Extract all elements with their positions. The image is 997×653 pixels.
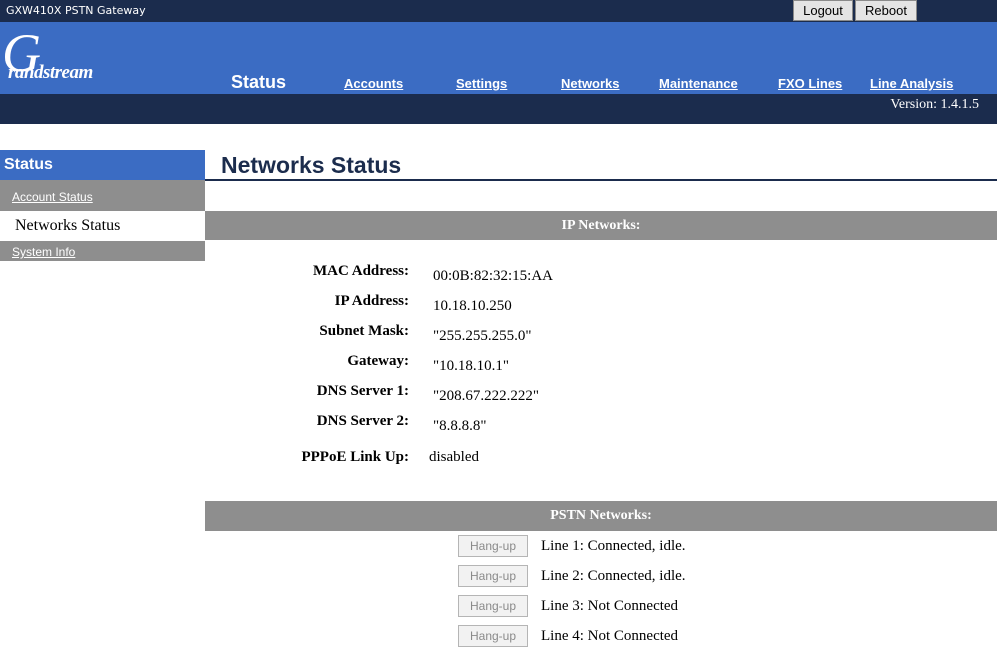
pstn-networks-heading: PSTN Networks: bbox=[205, 501, 997, 531]
tab-accounts[interactable]: Accounts bbox=[344, 76, 403, 91]
tab-line-analysis[interactable]: Line Analysis bbox=[870, 76, 953, 91]
sidebar-title: Status bbox=[4, 156, 53, 173]
line-1-status: Line 1: Connected, idle. bbox=[541, 538, 686, 554]
logout-button[interactable]: Logout bbox=[793, 0, 853, 21]
gateway-label: Gateway: bbox=[347, 353, 409, 369]
pppoe-link-label: PPPoE Link Up: bbox=[301, 449, 409, 465]
dns-server-1-label: DNS Server 1: bbox=[316, 383, 409, 399]
tab-networks[interactable]: Networks bbox=[561, 76, 620, 91]
hangup-button-line-2[interactable]: Hang-up bbox=[458, 565, 528, 587]
subnet-mask-label: Subnet Mask: bbox=[319, 323, 409, 339]
dns-server-2-label: DNS Server 2: bbox=[316, 413, 409, 429]
mac-address-label: MAC Address: bbox=[313, 263, 409, 279]
line-2-status: Line 2: Connected, idle. bbox=[541, 568, 686, 584]
tab-settings[interactable]: Settings bbox=[456, 76, 507, 91]
tab-fxo-lines[interactable]: FXO Lines bbox=[778, 76, 842, 91]
mac-address-value: 00:0B:82:32:15:AA bbox=[433, 268, 554, 284]
line-4-status: Line 4: Not Connected bbox=[541, 628, 679, 644]
ip-networks-heading: IP Networks: bbox=[205, 211, 997, 240]
dns-server-2-value: "8.8.8.8" bbox=[433, 418, 487, 434]
hangup-button-line-3[interactable]: Hang-up bbox=[458, 595, 528, 617]
line-3-status: Line 3: Not Connected bbox=[541, 598, 679, 614]
logo-text: randstream bbox=[8, 62, 93, 83]
pppoe-link-value: disabled bbox=[429, 449, 479, 465]
ip-address-label: IP Address: bbox=[334, 293, 409, 309]
reboot-button[interactable]: Reboot bbox=[855, 0, 917, 21]
gateway-value: "10.18.10.1" bbox=[433, 358, 509, 374]
sidebar-item-networks-status[interactable]: Networks Status bbox=[15, 217, 120, 235]
sidebar-item-account-status[interactable]: Account Status bbox=[12, 190, 93, 204]
version-bar bbox=[0, 94, 997, 124]
tab-status[interactable]: Status bbox=[231, 72, 286, 93]
product-name: GXW410X PSTN Gateway bbox=[6, 4, 146, 17]
page-title: Networks Status bbox=[221, 152, 402, 178]
dns-server-1-value: "208.67.222.222" bbox=[433, 388, 539, 404]
subnet-mask-value: "255.255.255.0" bbox=[433, 328, 532, 344]
title-divider bbox=[205, 179, 997, 181]
hangup-button-line-4[interactable]: Hang-up bbox=[458, 625, 528, 647]
sidebar-item-system-info[interactable]: System Info bbox=[12, 245, 75, 259]
tab-maintenance[interactable]: Maintenance bbox=[659, 76, 738, 91]
ip-address-value: 10.18.10.250 bbox=[433, 298, 512, 314]
firmware-version: Version: 1.4.1.5 bbox=[890, 97, 979, 112]
hangup-button-line-1[interactable]: Hang-up bbox=[458, 535, 528, 557]
